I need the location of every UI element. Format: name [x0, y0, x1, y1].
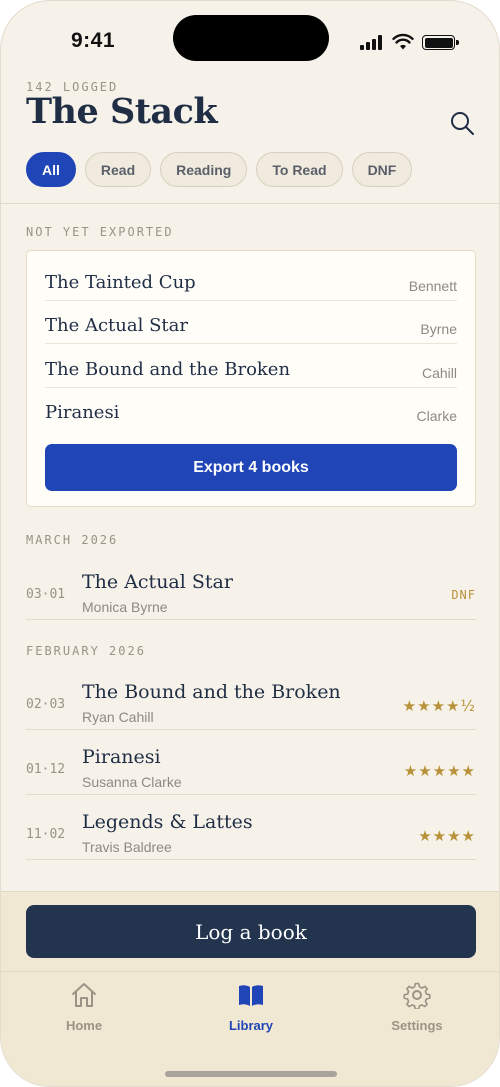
- tab-label: Library: [228, 1018, 274, 1033]
- book-title: The Bound and the Broken: [45, 359, 291, 380]
- entry-title: Piranesi: [82, 746, 161, 768]
- book-icon: [239, 985, 263, 1006]
- book-author: Cahill: [421, 365, 457, 381]
- book-title: The Actual Star: [45, 315, 188, 336]
- export-list-item[interactable]: The Bound and the Broken Cahill: [45, 345, 457, 388]
- tab-home[interactable]: Home: [24, 981, 144, 1033]
- entry-date: 03·01: [26, 587, 66, 602]
- export-card: The Tainted Cup Bennett The Actual Star …: [26, 250, 476, 507]
- header-divider: [1, 203, 499, 204]
- filter-chips: All Read Reading To Read DNF: [26, 152, 413, 187]
- entry-title: The Bound and the Broken: [82, 681, 341, 703]
- entry-author: Monica Byrne: [82, 599, 168, 615]
- log-entry[interactable]: 01·12 Piranesi Susanna Clarke ★★★★★: [26, 730, 476, 795]
- book-author: Byrne: [420, 321, 457, 337]
- tab-library[interactable]: Library: [191, 981, 311, 1033]
- entry-author: Travis Baldree: [82, 839, 172, 855]
- star-rating: ★★★★½: [402, 697, 476, 715]
- entry-author: Susanna Clarke: [82, 774, 182, 790]
- not-exported-label: NOT YET EXPORTED: [26, 225, 174, 239]
- tab-label: Home: [65, 1018, 103, 1033]
- status-bar: 9:41: [1, 1, 499, 81]
- log-entry[interactable]: 03·01 The Actual Star Monica Byrne DNF: [26, 555, 476, 620]
- battery-icon: [422, 35, 459, 50]
- dynamic-island: [173, 15, 329, 61]
- star-rating: ★★★★★: [403, 762, 476, 780]
- filter-chip-to-read[interactable]: To Read: [256, 152, 343, 187]
- cellular-signal-icon: [360, 35, 382, 50]
- wifi-icon: [392, 33, 414, 50]
- filter-chip-reading[interactable]: Reading: [160, 152, 248, 187]
- bottom-divider: [1, 891, 499, 892]
- star-rating: ★★★★: [418, 827, 476, 845]
- entry-date: 01·12: [26, 762, 66, 777]
- entry-author: Ryan Cahill: [82, 709, 154, 725]
- book-title: The Tainted Cup: [45, 272, 196, 293]
- export-button[interactable]: Export 4 books: [45, 444, 457, 491]
- home-icon: [72, 983, 96, 1007]
- filter-chip-read[interactable]: Read: [84, 152, 152, 187]
- log-book-button[interactable]: Log a book: [26, 905, 476, 958]
- filter-chip-all[interactable]: All: [26, 152, 76, 187]
- entry-title: The Actual Star: [82, 571, 233, 593]
- log-entry[interactable]: 11·02 Legends & Lattes Travis Baldree ★★…: [26, 795, 476, 860]
- export-list-item[interactable]: Piranesi Clarke: [45, 388, 457, 431]
- bottom-bar: Log a book Home Library Settings: [1, 891, 499, 1086]
- entry-title: Legends & Lattes: [82, 811, 253, 833]
- phone-screen: 9:41 142 LOGGED The Stack All Read Readi…: [0, 0, 500, 1087]
- month-label-march: MARCH 2026: [26, 533, 119, 547]
- export-list-item[interactable]: The Actual Star Byrne: [45, 301, 457, 344]
- tab-bar-divider: [1, 971, 499, 972]
- gear-icon: [403, 982, 431, 1009]
- home-indicator[interactable]: [165, 1071, 337, 1077]
- entry-date: 11·02: [26, 827, 66, 842]
- book-title: Piranesi: [45, 402, 120, 423]
- log-entry[interactable]: 02·03 The Bound and the Broken Ryan Cahi…: [26, 665, 476, 730]
- month-label-february: FEBRUARY 2026: [26, 644, 146, 658]
- entry-date: 02·03: [26, 697, 66, 712]
- book-author: Bennett: [408, 278, 457, 294]
- page-title: The Stack: [26, 91, 218, 132]
- book-author: Clarke: [416, 408, 457, 424]
- filter-chip-dnf[interactable]: DNF: [351, 152, 413, 187]
- dnf-status-badge: DNF: [451, 588, 476, 602]
- tab-label: Settings: [391, 1018, 443, 1033]
- tab-settings[interactable]: Settings: [357, 981, 477, 1033]
- export-list-item[interactable]: The Tainted Cup Bennett: [45, 258, 457, 301]
- status-time: 9:41: [71, 29, 116, 52]
- search-icon[interactable]: [448, 109, 476, 137]
